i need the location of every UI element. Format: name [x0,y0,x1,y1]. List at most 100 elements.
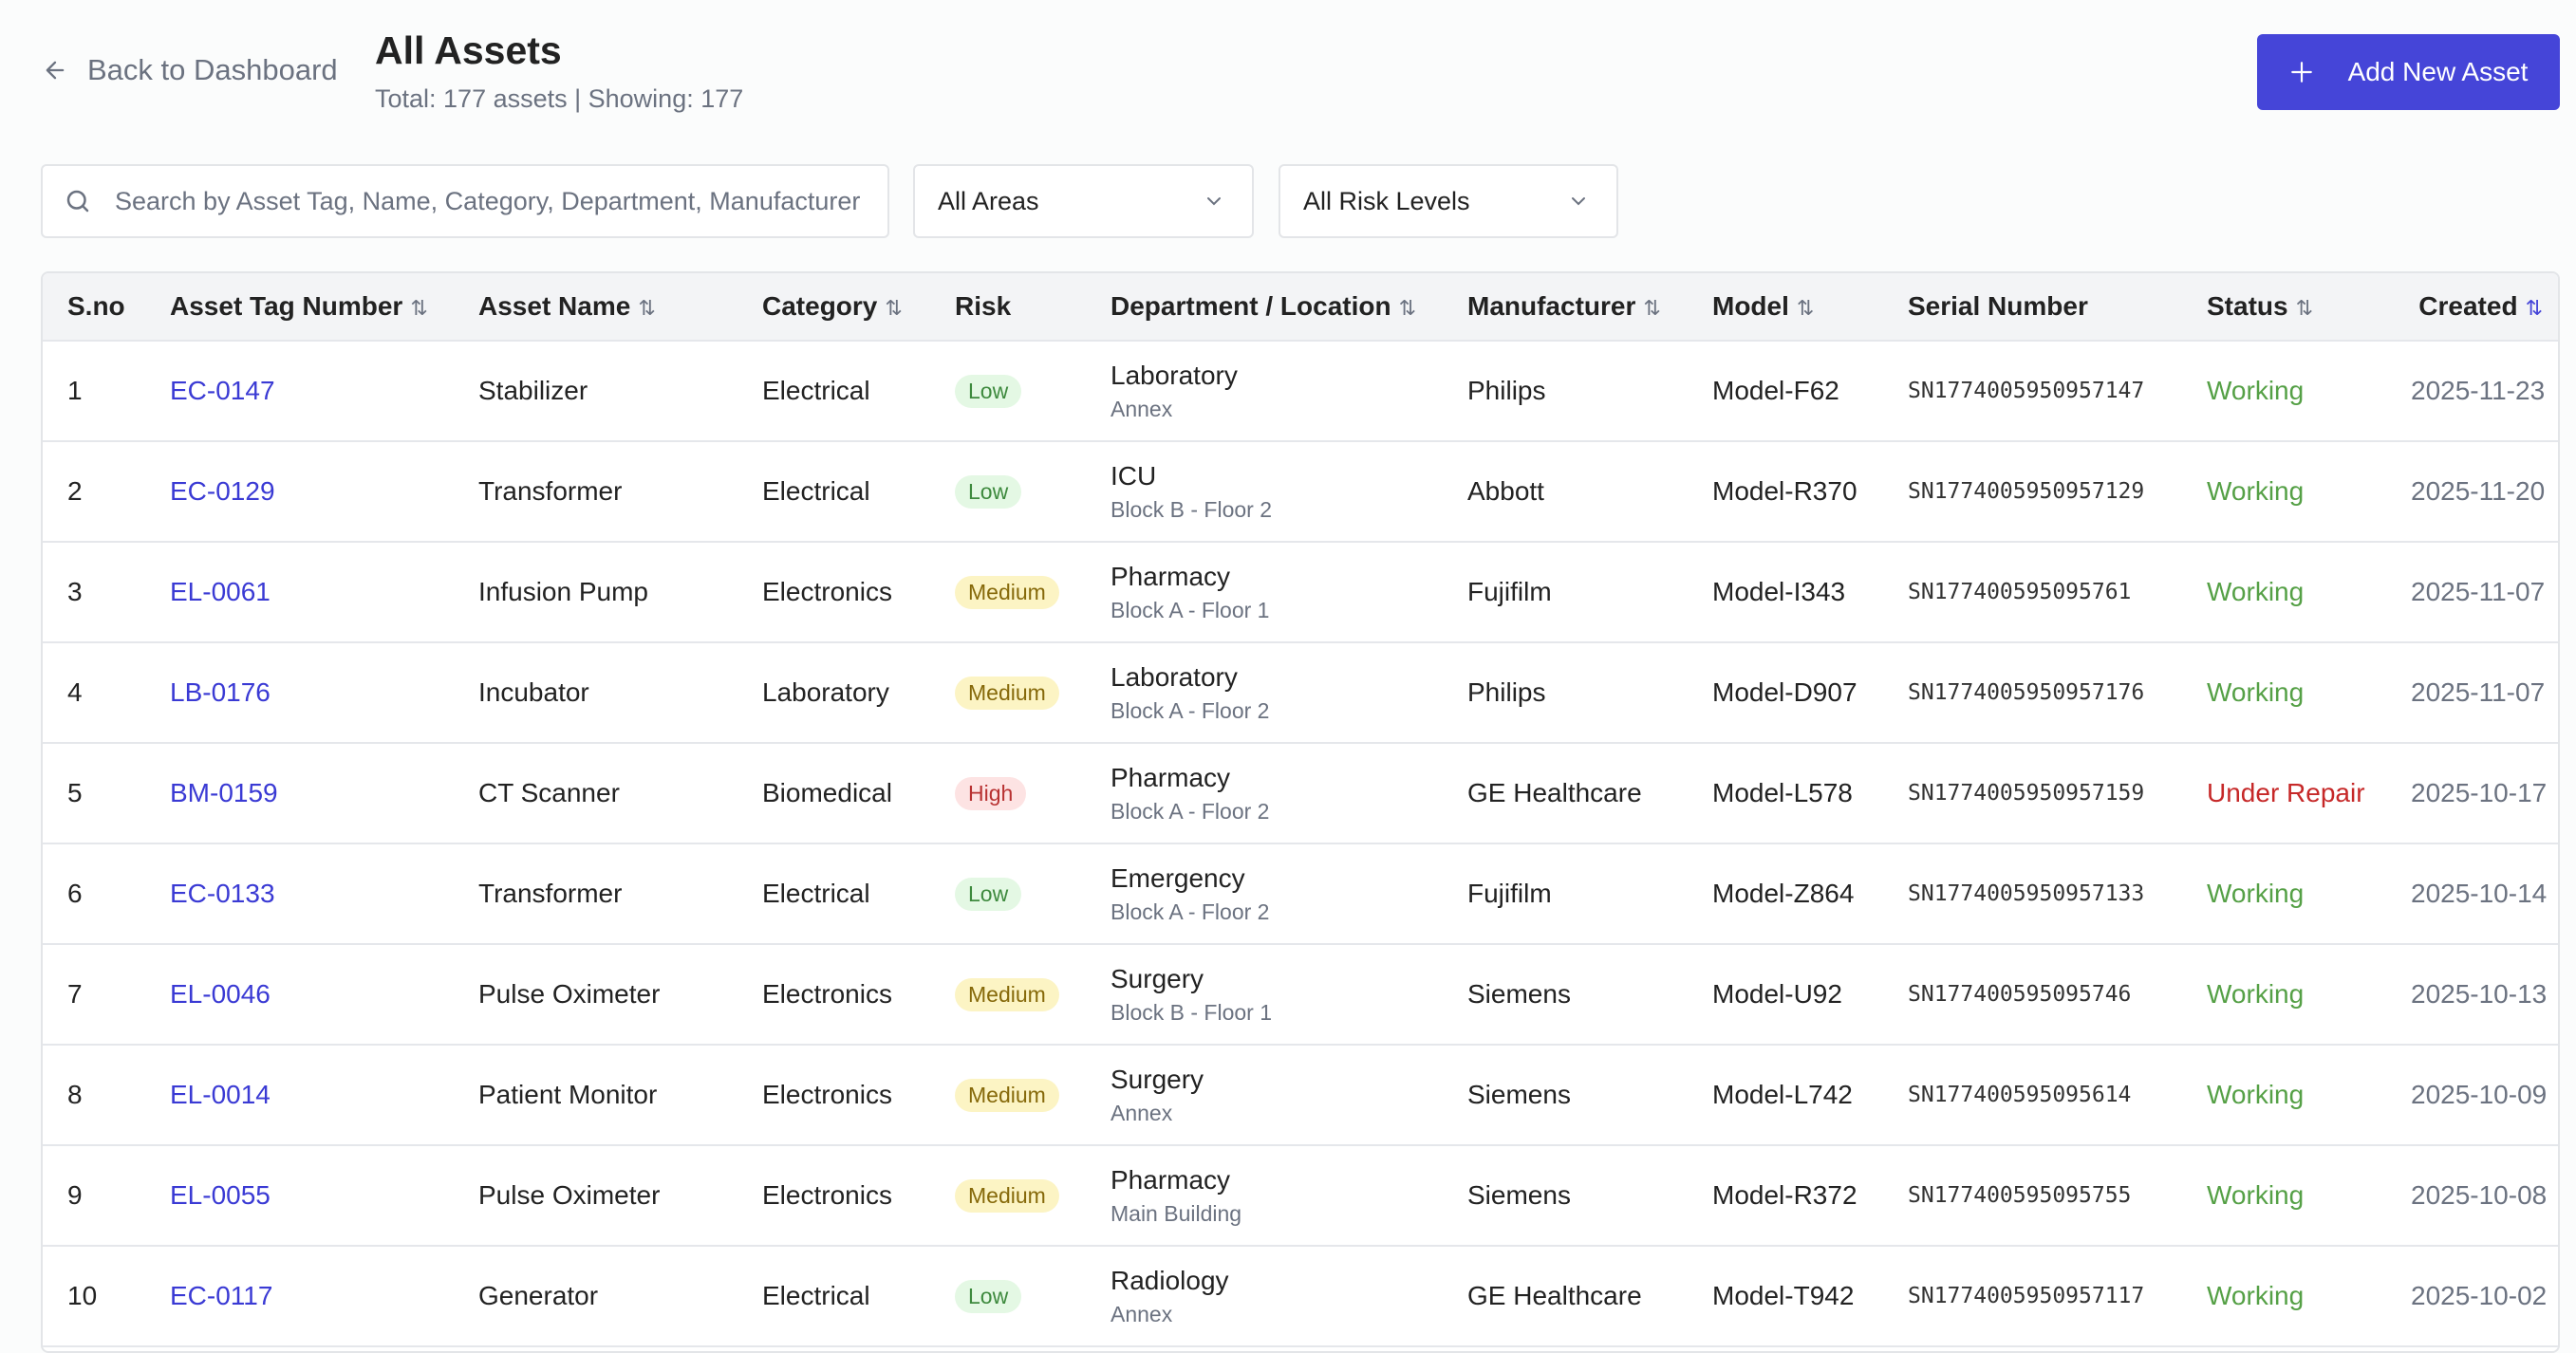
department: ICU [1111,460,1157,491]
column-header-model[interactable]: Model ⇅ [1712,291,1908,322]
status: Working [2207,879,2305,908]
column-header-risk: Risk [955,291,1111,322]
table-row[interactable]: 2 EC-0129 Transformer Electrical Low ICU… [43,442,2558,543]
asset-name: Infusion Pump [478,577,648,606]
manufacturer: Abbott [1467,476,1544,506]
sno: 2 [67,476,83,506]
sno: 3 [67,577,83,606]
table-row[interactable]: 3 EL-0061 Infusion Pump Electronics Medi… [43,543,2558,643]
serial-number: SN177400595095761 [1908,580,2132,604]
sno: 7 [67,979,83,1009]
asset-tag-link[interactable]: EC-0117 [170,1281,272,1310]
area-select[interactable]: All Areas [913,164,1254,238]
column-label: Asset Name [478,291,631,321]
sort-icon[interactable]: ⇅ [2526,296,2543,320]
column-header-manufacturer[interactable]: Manufacturer ⇅ [1467,291,1712,322]
asset-tag-link[interactable]: BM-0159 [170,778,278,807]
serial-number: SN177400595095746 [1908,982,2132,1007]
area-select-value: All Areas [938,186,1039,215]
sort-icon[interactable]: ⇅ [1797,296,1814,320]
table-row[interactable]: 9 EL-0055 Pulse Oximeter Electronics Med… [43,1146,2558,1247]
asset-tag-link[interactable]: EL-0046 [170,979,271,1009]
table-row[interactable]: 10 EC-0117 Generator Electrical Low Radi… [43,1247,2558,1347]
location: Block B - Floor 1 [1111,999,1272,1025]
category: Electrical [762,1281,870,1310]
asset-tag-link[interactable]: EC-0147 [170,376,275,405]
risk-badge: Low [955,374,1022,408]
sort-icon[interactable]: ⇅ [1643,296,1660,320]
location: Annex [1111,1301,1173,1326]
department: Pharmacy [1111,1164,1231,1195]
asset-tag-link[interactable]: EL-0061 [170,577,271,606]
table-row[interactable]: 1 EC-0147 Stabilizer Electrical Low Labo… [43,342,2558,442]
asset-tag-link[interactable]: EL-0055 [170,1180,271,1210]
created-date: 2025-11-07 [2411,577,2546,606]
column-label: Model [1712,291,1789,321]
column-label: Status [2207,291,2288,321]
location: Block B - Floor 2 [1111,496,1272,522]
created-date: 2025-10-02 [2411,1281,2548,1310]
status: Working [2207,677,2305,707]
created-date: 2025-10-17 [2411,778,2548,807]
column-label: Created [2418,291,2518,321]
serial-number: SN177400595095614 [1908,1083,2132,1107]
column-label: Category [762,291,878,321]
category: Electronics [762,1080,892,1109]
status: Working [2207,1180,2305,1210]
risk-select[interactable]: All Risk Levels [1279,164,1618,238]
department: Pharmacy [1111,762,1231,792]
asset-tag-link[interactable]: EL-0014 [170,1080,271,1109]
table-row[interactable]: 6 EC-0133 Transformer Electrical Low Eme… [43,844,2558,945]
column-header-status[interactable]: Status ⇅ [2207,291,2411,322]
search-input[interactable] [115,186,865,216]
category: Electrical [762,879,870,908]
table-row[interactable]: 7 EL-0046 Pulse Oximeter Electronics Med… [43,945,2558,1046]
chevron-down-icon [1572,197,1585,206]
sort-icon[interactable]: ⇅ [410,296,427,320]
asset-tag-link[interactable]: LB-0176 [170,677,271,707]
category: Biomedical [762,778,892,807]
sort-icon[interactable]: ⇅ [638,296,655,320]
table-row[interactable]: 5 BM-0159 CT Scanner Biomedical High Pha… [43,744,2558,844]
created-date: 2025-10-09 [2411,1080,2548,1109]
model: Model-Z864 [1712,879,1855,908]
table-row[interactable]: 8 EL-0014 Patient Monitor Electronics Me… [43,1046,2558,1146]
manufacturer: Philips [1467,376,1546,405]
column-header-department-location[interactable]: Department / Location ⇅ [1111,291,1467,322]
model: Model-R370 [1712,476,1857,506]
add-new-asset-button[interactable]: Add New Asset [2257,34,2560,110]
plus-icon [2290,62,2312,83]
serial-number: SN1774005950957129 [1908,479,2145,504]
risk-badge: Medium [955,1178,1059,1213]
asset-name: CT Scanner [478,778,620,807]
serial-number: SN1774005950957117 [1908,1284,2145,1308]
location: Block A - Floor 2 [1111,697,1270,723]
sort-icon[interactable]: ⇅ [1399,296,1416,320]
column-header-asset-name[interactable]: Asset Name ⇅ [478,291,762,322]
manufacturer: Siemens [1467,1180,1571,1210]
add-label: Add New Asset [2347,57,2529,86]
category: Laboratory [762,677,889,707]
column-header-created[interactable]: Created ⇅ [2411,291,2558,322]
chevron-down-icon [1207,197,1221,206]
location: Block A - Floor 2 [1111,798,1270,824]
asset-tag-link[interactable]: EC-0133 [170,879,275,908]
risk-badge: Low [955,474,1022,509]
status: Working [2207,376,2305,405]
category: Electrical [762,476,870,506]
sort-icon[interactable]: ⇅ [885,296,902,320]
created-date: 2025-11-23 [2411,376,2546,405]
category: Electronics [762,577,892,606]
sno: 4 [67,677,83,707]
column-header-category[interactable]: Category ⇅ [762,291,955,322]
asset-tag-link[interactable]: EC-0129 [170,476,275,506]
asset-name: Transformer [478,476,623,506]
department: Radiology [1111,1265,1229,1295]
table-row[interactable]: 4 LB-0176 Incubator Laboratory Medium La… [43,643,2558,744]
sort-icon[interactable]: ⇅ [2296,296,2313,320]
status: Working [2207,1080,2305,1109]
back-to-dashboard-link[interactable]: Back to Dashboard [42,53,338,87]
sno: 5 [67,778,83,807]
sno: 9 [67,1180,83,1210]
column-header-asset-tag-number[interactable]: Asset Tag Number ⇅ [170,291,478,322]
